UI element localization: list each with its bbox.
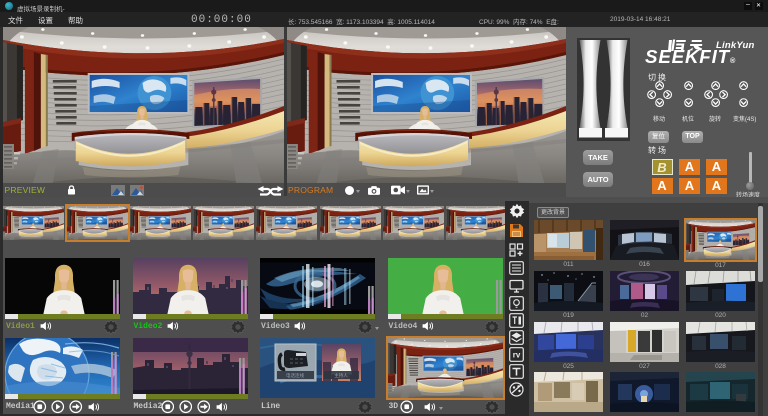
svg-text:电话连线: 电话连线 bbox=[286, 372, 304, 379]
svg-text:rv: rv bbox=[513, 351, 521, 360]
svg-text:主持人: 主持人 bbox=[334, 372, 348, 379]
